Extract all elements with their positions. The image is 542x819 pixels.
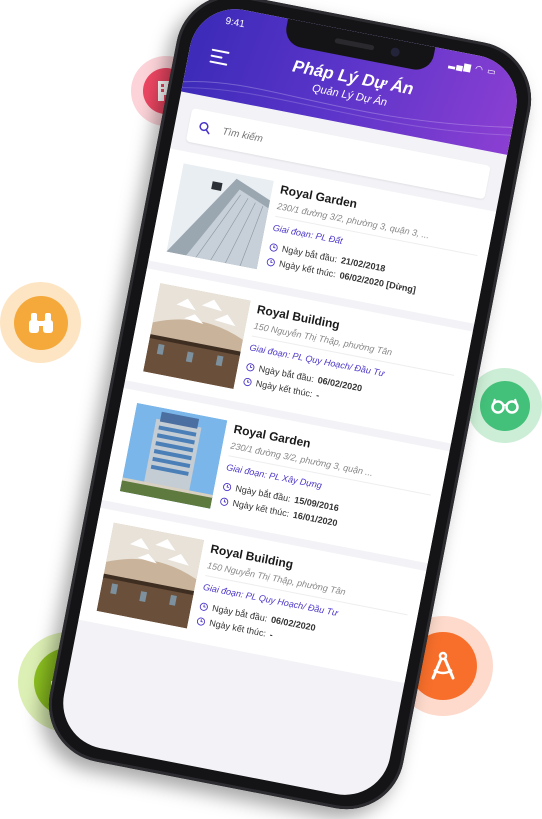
- end-date-value: 16/01/2020: [292, 509, 339, 529]
- clock-icon: [246, 362, 255, 371]
- clock-icon: [220, 497, 229, 506]
- end-date-value: -: [315, 389, 321, 401]
- clock-icon: [199, 602, 208, 611]
- status-time: 9:41: [224, 15, 246, 31]
- front-camera: [389, 46, 401, 58]
- project-thumbnail: [143, 283, 251, 389]
- project-thumbnail: [119, 402, 228, 509]
- end-date-value: -: [268, 629, 274, 640]
- app-screen: 9:41 ▂▄▆ ◠ ▭ Pháp Lý Dự Án Quản Lý Dự Án…: [55, 1, 525, 803]
- clock-icon: [269, 243, 278, 252]
- speaker-grille: [334, 37, 375, 51]
- search-icon: [199, 121, 210, 135]
- project-thumbnail: [166, 163, 274, 270]
- project-list: Royal Garden 230/1 đường 3/2, phường 3, …: [78, 148, 497, 684]
- phone-frame: 9:41 ▂▄▆ ◠ ▭ Pháp Lý Dự Án Quản Lý Dự Án…: [38, 0, 542, 819]
- clock-icon: [223, 482, 232, 491]
- status-icons: ▂▄▆ ◠ ▭: [448, 58, 498, 78]
- clock-icon: [266, 257, 275, 266]
- clock-icon: [197, 617, 206, 626]
- phone-mockup: 9:41 ▂▄▆ ◠ ▭ Pháp Lý Dự Án Quản Lý Dự Án…: [0, 0, 542, 819]
- project-thumbnail: [96, 522, 205, 629]
- clock-icon: [243, 377, 252, 386]
